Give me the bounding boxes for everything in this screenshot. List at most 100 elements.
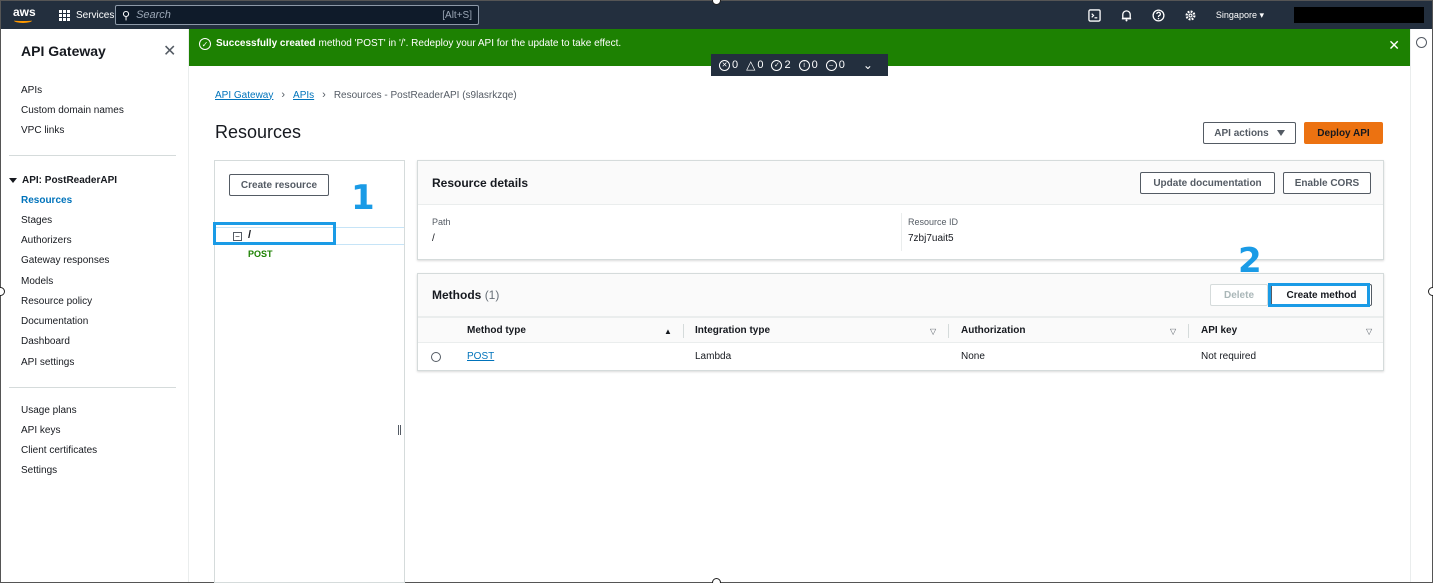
search-input[interactable]: ⚲ Search [Alt+S] <box>115 5 479 25</box>
column-authorization[interactable]: Authorization <box>961 325 1025 336</box>
warning-icon: △ <box>746 58 756 72</box>
deploy-api-button[interactable]: Deploy API <box>1304 122 1383 144</box>
row-select-radio[interactable] <box>431 352 441 362</box>
resource-details-title: Resource details <box>432 176 529 190</box>
help-icon[interactable] <box>1152 8 1166 22</box>
breadcrumb: API Gateway › APIs › Resources - PostRea… <box>215 89 517 101</box>
path-value: / <box>432 233 435 244</box>
sidebar-item-resource-policy[interactable]: Resource policy <box>21 296 92 307</box>
breadcrumb-api-gateway[interactable]: API Gateway <box>215 90 273 101</box>
sidebar-item-settings[interactable]: Settings <box>21 465 57 476</box>
chevron-down-icon[interactable]: ⌄ <box>863 58 873 72</box>
sidebar-divider <box>9 387 176 388</box>
resize-handle[interactable] <box>398 425 401 435</box>
services-menu[interactable]: Services <box>59 9 115 21</box>
sidebar: API Gateway ✕ APIs Custom domain names V… <box>1 29 189 582</box>
method-link[interactable]: POST <box>467 351 494 362</box>
search-icon: ⚲ <box>122 9 131 22</box>
resource-id-value: 7zbj7uait5 <box>908 233 954 244</box>
success-check-icon: ✓ <box>199 38 211 50</box>
api-actions-label: API actions <box>1214 127 1269 139</box>
close-icon[interactable]: ✕ <box>1388 37 1400 54</box>
column-separator <box>948 324 949 338</box>
sidebar-item-api-keys[interactable]: API keys <box>21 425 60 436</box>
sort-icon[interactable]: ▽ <box>1170 327 1176 336</box>
success-count: ✓ 2 <box>771 59 791 71</box>
sort-icon[interactable]: ▽ <box>1366 327 1372 336</box>
sidebar-item-resources[interactable]: Resources <box>21 195 72 206</box>
sidebar-item-documentation[interactable]: Documentation <box>21 316 88 327</box>
sidebar-item-api-settings[interactable]: API settings <box>21 357 74 368</box>
sidebar-api-section[interactable]: API: PostReaderAPI <box>9 175 117 186</box>
flash-bold-text: Successfully created <box>216 38 316 49</box>
sort-icon[interactable]: ▽ <box>930 327 936 336</box>
methods-count: (1) <box>484 288 500 302</box>
in-progress-count: –0 <box>825 59 845 71</box>
settings-icon[interactable] <box>1416 37 1427 48</box>
resize-handle[interactable] <box>1428 287 1433 296</box>
breadcrumb-apis[interactable]: APIs <box>293 90 314 101</box>
cloudshell-icon[interactable] <box>1088 8 1102 22</box>
search-placeholder: Search <box>136 9 171 21</box>
sidebar-item-dashboard[interactable]: Dashboard <box>21 336 70 347</box>
warning-count: △ 0 <box>746 58 764 72</box>
success-icon: ✓ <box>771 59 783 71</box>
path-label: Path <box>432 217 451 227</box>
delete-method-button[interactable]: Delete <box>1210 284 1268 306</box>
sidebar-divider <box>9 155 176 156</box>
api-actions-button[interactable]: API actions <box>1203 122 1296 144</box>
right-rail <box>1410 29 1432 582</box>
sidebar-item-models[interactable]: Models <box>21 276 53 287</box>
integration-type-cell: Lambda <box>695 351 732 362</box>
info-count: i0 <box>798 59 818 71</box>
annotation-number-1: 1 <box>351 178 375 218</box>
methods-title: Methods (1) <box>432 288 500 302</box>
sidebar-item-authorizers[interactable]: Authorizers <box>21 235 72 246</box>
notification-summary-bar[interactable]: ✕ 0 △ 0 ✓ 2 i0 –0 ⌄ <box>711 54 888 76</box>
enable-cors-button[interactable]: Enable CORS <box>1283 172 1371 194</box>
page-title: Resources <box>215 122 302 142</box>
sidebar-item-apis[interactable]: APIs <box>21 85 42 96</box>
error-count: ✕ 0 <box>719 59 738 71</box>
api-key-cell: Not required <box>1201 351 1257 362</box>
sidebar-item-stages[interactable]: Stages <box>21 215 52 226</box>
region-selector[interactable]: Singapore ▾ <box>1216 10 1264 21</box>
sort-ascending-icon[interactable]: ▲ <box>664 327 672 336</box>
resize-handle[interactable] <box>712 578 721 583</box>
region-label: Singapore <box>1215 9 1257 20</box>
tree-method-post[interactable]: POST <box>248 249 273 259</box>
grid-icon <box>59 9 70 21</box>
account-menu[interactable] <box>1294 7 1424 23</box>
gear-icon[interactable] <box>1184 8 1198 22</box>
sidebar-api-section-label: API: PostReaderAPI <box>22 175 118 186</box>
flash-message: method 'POST' in '/'. Redeploy your API … <box>318 38 622 49</box>
chevron-right-icon: › <box>281 89 286 101</box>
error-icon: ✕ <box>719 59 730 71</box>
bell-icon[interactable] <box>1120 8 1134 22</box>
breadcrumb-current: Resources - PostReaderAPI (s9lasrkzqe) <box>333 89 517 101</box>
methods-table-header: Method type ▲ Integration type ▽ Authori… <box>418 317 1383 343</box>
close-icon[interactable]: ✕ <box>163 41 176 61</box>
services-label: Services <box>76 9 115 21</box>
column-api-key[interactable]: API key <box>1201 325 1237 336</box>
aws-logo[interactable]: aws <box>9 1 49 29</box>
sidebar-item-custom-domain-names[interactable]: Custom domain names <box>21 105 124 116</box>
column-separator <box>1188 324 1189 338</box>
update-documentation-button[interactable]: Update documentation <box>1140 172 1275 194</box>
sidebar-item-gateway-responses[interactable]: Gateway responses <box>21 255 109 266</box>
column-separator <box>683 324 684 338</box>
annotation-box-step-1 <box>213 222 336 245</box>
column-integration-type[interactable]: Integration type <box>695 325 770 336</box>
methods-card: Methods (1) Delete Create method Method … <box>417 273 1384 371</box>
sidebar-item-usage-plans[interactable]: Usage plans <box>21 405 77 416</box>
column-method-type[interactable]: Method type <box>467 325 526 336</box>
create-resource-button[interactable]: Create resource <box>229 174 329 196</box>
sidebar-title: API Gateway <box>21 43 106 59</box>
resource-id-label: Resource ID <box>908 217 959 227</box>
in-progress-icon: – <box>825 59 837 71</box>
sidebar-item-vpc-links[interactable]: VPC links <box>21 125 64 136</box>
nav-right: Singapore ▾ <box>1088 1 1424 29</box>
caret-down-icon <box>1276 130 1285 136</box>
sidebar-item-client-certificates[interactable]: Client certificates <box>21 445 97 456</box>
column-divider <box>901 213 902 251</box>
